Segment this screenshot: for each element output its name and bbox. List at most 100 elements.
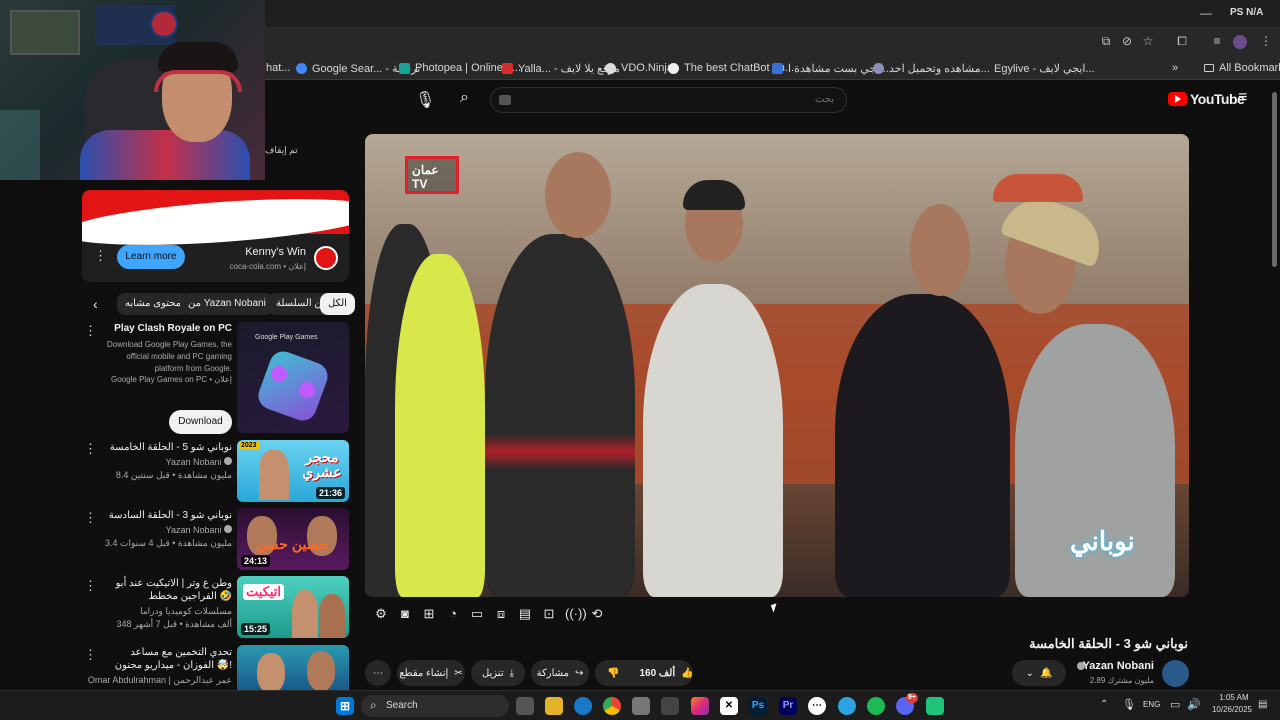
premiere-icon[interactable]: Pr — [779, 697, 797, 715]
microphone-icon[interactable]: 🎙 — [415, 90, 435, 110]
download-button[interactable]: تنزيل ⤓ — [471, 660, 525, 686]
bookmark-item[interactable]: hat... — [266, 60, 290, 76]
store-icon[interactable] — [632, 697, 650, 715]
discord-icon[interactable]: 9+ — [896, 693, 918, 715]
rec-title[interactable]: نوباني شو 5 - الحلقة الخامسة — [102, 441, 232, 454]
rec-thumbnail[interactable]: حسين حسن 24:13 — [237, 508, 349, 570]
chat-icon[interactable]: ⋯ — [808, 697, 826, 715]
dislike-icon[interactable]: 👎 — [607, 668, 619, 679]
chips-prev-icon[interactable]: ‹ — [93, 296, 98, 312]
instagram-icon[interactable] — [691, 697, 709, 715]
speed-gauge-icon[interactable]: ◔ — [445, 606, 461, 622]
person-yellow-shirt — [395, 254, 485, 597]
bookmark-item[interactable]: Yalla... - موقع يلا لايف — [502, 60, 620, 76]
network-icon[interactable]: ▭ — [1170, 698, 1180, 711]
ad-menu-icon[interactable]: ⋮ — [94, 248, 107, 264]
ad-card[interactable]: ⋮ Learn more Kenny's Win coca-cola.com •… — [82, 190, 349, 282]
settings-gear-icon[interactable]: ⚙ — [373, 606, 389, 622]
chip-from-channel[interactable]: من Yazan Nobani — [180, 293, 274, 315]
install-app-icon[interactable]: ⧉ — [1098, 33, 1114, 49]
eye-slash-icon[interactable]: ⊘ — [1119, 33, 1135, 49]
photoshop-icon[interactable]: Ps — [749, 697, 767, 715]
video-player[interactable]: عمان TV نوباني — [365, 134, 1189, 597]
promo-download-button[interactable]: Download — [169, 410, 232, 434]
bookmark-item[interactable]: VDO.Ninja — [605, 60, 673, 76]
extensions-icon[interactable]: ⧠ — [1174, 33, 1190, 49]
chrome-icon[interactable] — [603, 697, 621, 715]
person-skull-hoodie — [643, 284, 783, 597]
promo-title[interactable]: Play Clash Royale on PC — [114, 323, 232, 334]
rec-person — [292, 590, 318, 638]
windows-start-icon[interactable]: ⊞ — [336, 697, 354, 715]
youtube-logo-text[interactable]: YouTube — [1190, 91, 1245, 107]
clip-button[interactable]: إنشاء مقطع ✂ — [397, 660, 465, 686]
subscribe-bell-button[interactable]: ⌄ 🔔 — [1012, 660, 1066, 686]
task-view-icon[interactable] — [516, 697, 534, 715]
tray-mic-icon[interactable]: 🎙 — [1122, 698, 1136, 711]
tv-watermark-text: عمان TV — [412, 163, 439, 191]
rec-thumbnail[interactable]: 2023 محجر عشري 21:36 — [237, 440, 349, 502]
hamburger-menu-icon[interactable]: ≡ — [1238, 89, 1247, 107]
bookmark-item[interactable]: Egylive - ايجي لايف... — [994, 60, 1095, 76]
taskbar-search[interactable]: ⌕ Search — [361, 695, 509, 717]
cinema-icon[interactable]: ▤ — [517, 606, 533, 622]
rec-thumbnail[interactable]: اتيكيت 15:25 — [237, 576, 349, 638]
rec-title[interactable]: تحدي التخمين مع مساعد الفوزان - ميداريو … — [102, 646, 232, 672]
folder-icon — [1204, 64, 1214, 72]
clock-date[interactable]: 10/26/2025 — [1209, 705, 1255, 714]
page-scrollbar[interactable] — [1272, 92, 1277, 267]
language-indicator[interactable]: ENG — [1143, 700, 1160, 709]
rec-menu-icon[interactable]: ⋮ — [84, 441, 97, 457]
verified-icon — [1077, 662, 1085, 670]
browser-menu-icon[interactable]: ⋮ — [1258, 33, 1274, 49]
edge-icon[interactable] — [574, 697, 592, 715]
channel-name[interactable]: Yazan Nobani — [1082, 660, 1154, 672]
ambient-icon[interactable]: ⊡ — [541, 606, 557, 622]
clock-time[interactable]: 1:05 AM — [1219, 693, 1249, 702]
chip-all[interactable]: الكل — [320, 293, 355, 315]
search-input[interactable]: بحث — [490, 87, 847, 113]
share-button[interactable]: مشاركة ↪ — [531, 660, 589, 686]
spotify-icon[interactable] — [867, 697, 885, 715]
rec-title[interactable]: نوباني شو 3 - الحلقة السادسة — [102, 509, 232, 522]
miniplayer-icon[interactable]: ⧈ — [493, 606, 509, 622]
rec-menu-icon[interactable]: ⋮ — [84, 647, 97, 663]
more-actions-button[interactable]: ⋯ — [365, 660, 391, 686]
loop-icon[interactable]: ⟲ — [589, 606, 605, 622]
all-bookmarks[interactable]: All Bookmarks — [1204, 60, 1280, 76]
promo-description: Download Google Play Games, the official… — [107, 340, 232, 373]
reading-list-icon[interactable]: ≡ — [1209, 33, 1225, 49]
rec-menu-icon[interactable]: ⋮ — [84, 578, 97, 594]
audio-wave-icon[interactable]: ((·)) — [565, 606, 587, 622]
capcut-icon[interactable]: ✕ — [720, 697, 738, 715]
search-icon[interactable]: ⌕ — [460, 89, 469, 107]
add-clip-icon[interactable]: ⊞ — [421, 606, 437, 622]
rec-title[interactable]: وطن ع وتر | الاتيكيت عند أبو الفراجين مخ… — [102, 577, 232, 603]
tray-chevron-icon[interactable]: ⌃ — [1100, 699, 1108, 710]
telegram-icon[interactable] — [838, 697, 856, 715]
rec-thumbnail[interactable] — [237, 645, 349, 690]
usb-icon[interactable] — [661, 697, 679, 715]
keyboard-icon[interactable] — [499, 95, 511, 105]
promo-thumbnail[interactable]: Google Play Games — [237, 322, 349, 433]
wall-poster — [10, 10, 80, 55]
channel-avatar[interactable] — [1162, 660, 1189, 687]
minimize-icon[interactable]: — — [1200, 6, 1212, 20]
screenshot-camera-icon[interactable]: ◙ — [397, 606, 413, 622]
file-explorer-icon[interactable] — [545, 697, 563, 715]
promo-menu-icon[interactable]: ⋮ — [84, 323, 97, 339]
notification-icon[interactable]: ▤ — [1258, 699, 1267, 710]
like-icon[interactable]: 👍 — [681, 668, 693, 679]
theater-mode-icon[interactable]: ▭ — [469, 606, 485, 622]
bookmark-item[interactable]: مشاهده وتحميل احد... — [873, 60, 990, 76]
youtube-logo-icon[interactable] — [1168, 92, 1187, 106]
volume-icon[interactable]: 🔊 — [1187, 698, 1201, 711]
ad-learn-more-button[interactable]: Learn more — [117, 245, 185, 269]
more-bookmarks-icon[interactable]: » — [1172, 60, 1178, 76]
app-icon[interactable] — [926, 697, 944, 715]
rec-channel-row: Yazan Nobani — [82, 456, 232, 468]
bookmark-star-icon[interactable]: ☆ — [1140, 33, 1156, 49]
like-count[interactable]: 160 ألف — [639, 668, 675, 679]
chip-similar[interactable]: محتوى مشابه — [117, 293, 190, 315]
profile-avatar[interactable] — [1233, 35, 1247, 49]
